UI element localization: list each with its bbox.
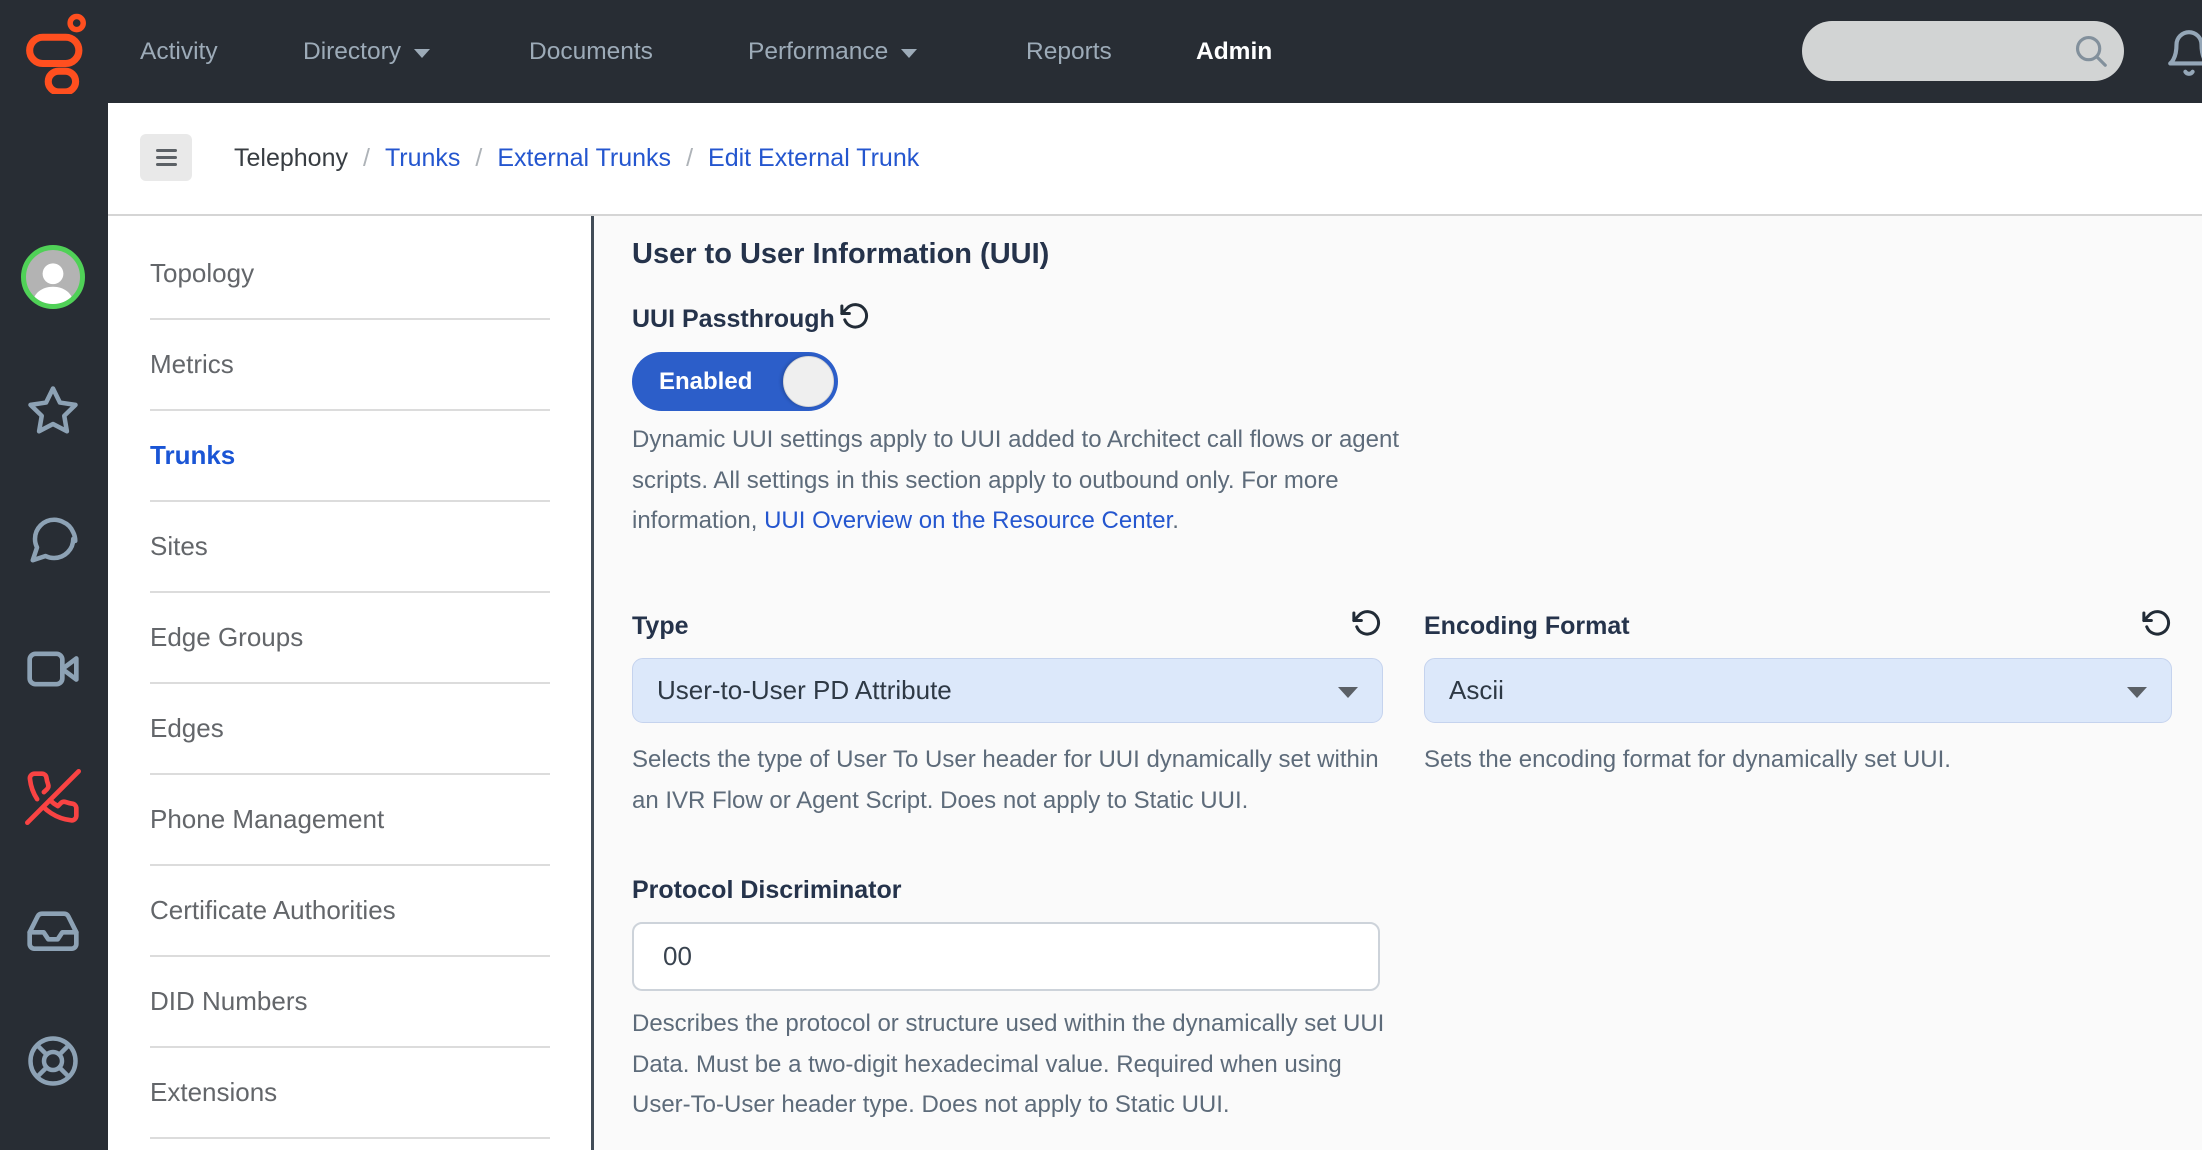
chevron-down-icon — [414, 49, 430, 58]
menu-content-divider — [591, 216, 594, 1150]
menu-item-trunks[interactable]: Trunks — [150, 411, 550, 502]
nav-activity-label: Activity — [140, 38, 218, 66]
chevron-down-icon — [901, 49, 917, 58]
phone-off-icon[interactable] — [25, 769, 81, 825]
menu-item-sites[interactable]: Sites — [150, 502, 550, 593]
menu-item-metrics[interactable]: Metrics — [150, 320, 550, 411]
menu-toggle-button[interactable] — [140, 134, 192, 181]
nav-reports-label: Reports — [1026, 38, 1112, 66]
encoding-format-help-text: Sets the encoding format for dynamically… — [1424, 740, 2192, 781]
chevron-down-icon — [1338, 687, 1358, 698]
uui-description: Dynamic UUI settings apply to UUI added … — [632, 420, 1404, 542]
inbox-tray-icon[interactable] — [25, 902, 81, 958]
nav-admin-label: Admin — [1196, 38, 1272, 66]
menu-item-did-numbers[interactable]: DID Numbers — [150, 957, 550, 1048]
breadcrumb-link-trunks[interactable]: Trunks — [385, 144, 460, 173]
type-select[interactable]: User-to-User PD Attribute — [632, 658, 1383, 723]
nav-performance-label: Performance — [748, 38, 888, 66]
telephony-settings-menu: Topology Metrics Trunks Sites Edge Group… — [108, 216, 592, 1150]
nav-directory-label: Directory — [303, 38, 401, 66]
menu-item-edge-groups[interactable]: Edge Groups — [150, 593, 550, 684]
type-label: Type — [632, 612, 689, 641]
toggle-state-label: Enabled — [659, 352, 752, 411]
uui-passthrough-toggle[interactable]: Enabled — [632, 352, 838, 411]
nav-activity[interactable]: Activity — [140, 0, 218, 103]
menu-item-certificate-authorities[interactable]: Certificate Authorities — [150, 866, 550, 957]
screen: Activity Directory Documents Performance… — [0, 0, 2202, 1150]
reset-icon[interactable] — [1352, 608, 1382, 638]
chat-bubble-icon[interactable] — [26, 513, 80, 567]
reset-icon[interactable] — [2142, 608, 2172, 638]
search-input[interactable] — [1802, 21, 2124, 81]
protocol-discriminator-label: Protocol Discriminator — [632, 876, 902, 905]
nav-performance[interactable]: Performance — [748, 0, 917, 103]
menu-item-extensions[interactable]: Extensions — [150, 1048, 550, 1139]
life-buoy-icon[interactable] — [26, 1034, 80, 1088]
chevron-down-icon — [2127, 687, 2147, 698]
video-camera-icon[interactable] — [25, 641, 81, 697]
encoding-format-label: Encoding Format — [1424, 612, 1630, 641]
breadcrumb-separator: / — [363, 144, 370, 173]
notifications-bell-icon[interactable] — [2164, 28, 2202, 78]
breadcrumb-separator: / — [475, 144, 482, 173]
encoding-format-select[interactable]: Ascii — [1424, 658, 2172, 723]
left-rail — [0, 103, 108, 1150]
menu-item-topology[interactable]: Topology — [150, 229, 550, 320]
uui-overview-link[interactable]: UUI Overview on the Resource Center — [764, 507, 1172, 534]
nav-reports[interactable]: Reports — [1026, 0, 1112, 103]
uui-passthrough-label: UUI Passthrough — [632, 305, 835, 334]
nav-admin[interactable]: Admin — [1196, 0, 1272, 103]
top-nav: Activity Directory Documents Performance… — [0, 0, 2202, 103]
menu-item-phone-management[interactable]: Phone Management — [150, 775, 550, 866]
nav-documents-label: Documents — [529, 38, 653, 66]
breadcrumb-root: Telephony — [234, 144, 348, 173]
menu-item-edges[interactable]: Edges — [150, 684, 550, 775]
breadcrumb-link-edit-external-trunk[interactable]: Edit External Trunk — [708, 144, 919, 173]
genesys-logo-icon[interactable] — [22, 11, 92, 91]
uui-description-period: . — [1172, 507, 1179, 534]
protocol-discriminator-help-text: Describes the protocol or structure used… — [632, 1004, 1407, 1126]
nav-directory[interactable]: Directory — [303, 0, 430, 103]
breadcrumb: Telephony / Trunks / External Trunks / E… — [234, 103, 919, 214]
global-search — [1802, 21, 2124, 81]
type-help-text: Selects the type of User To User header … — [632, 740, 1400, 821]
toggle-knob — [783, 356, 834, 407]
reset-icon[interactable] — [840, 301, 870, 331]
favorites-star-icon[interactable] — [26, 384, 80, 438]
user-avatar[interactable] — [21, 245, 85, 309]
encoding-format-select-value: Ascii — [1449, 659, 1504, 722]
breadcrumb-link-external-trunks[interactable]: External Trunks — [497, 144, 671, 173]
nav-documents[interactable]: Documents — [529, 0, 653, 103]
protocol-discriminator-input[interactable] — [632, 922, 1380, 991]
breadcrumb-separator: / — [686, 144, 693, 173]
breadcrumb-bar: Telephony / Trunks / External Trunks / E… — [108, 103, 2202, 216]
type-select-value: User-to-User PD Attribute — [657, 659, 952, 722]
page-title: User to User Information (UUI) — [632, 238, 1049, 271]
